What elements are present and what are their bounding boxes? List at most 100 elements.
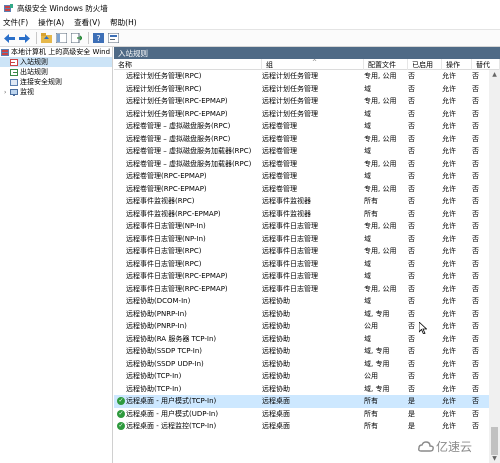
table-row[interactable]: 远程协助(TCP-In) 远程协助 公用 否 允许 否: [114, 370, 489, 383]
scrollbar-thumb[interactable]: [491, 427, 498, 455]
rule-action: 允许: [442, 247, 456, 256]
rule-profile: 域: [364, 297, 371, 306]
table-row[interactable]: 远程卷管理(RPC-EPMAP) 远程卷管理 域 否 允许 否: [114, 170, 489, 183]
rule-name: 远程协助(RA 服务器 TCP-In): [126, 334, 217, 343]
rule-name-cell: 远程协助(SSDP TCP-In): [114, 346, 260, 356]
column-profile[interactable]: 配置文件: [364, 59, 408, 70]
table-row[interactable]: 远程卷管理 – 虚拟磁盘服务加载器(RPC) 远程卷管理 专用, 公用 否 允许 否: [114, 158, 489, 171]
forward-arrow-icon[interactable]: [18, 32, 31, 45]
rule-action: 允许: [442, 97, 456, 106]
rule-override: 否: [472, 322, 479, 331]
rule-action: 允许: [442, 172, 456, 181]
rule-group: 远程事件日志管理: [262, 234, 318, 243]
rule-action: 允许: [442, 84, 456, 93]
rule-profile: 域: [364, 109, 371, 118]
rules-list: 远程计划任务管理(RPC) 远程计划任务管理 专用, 公用否允许否远程计划任务管理(…: [114, 70, 489, 433]
rule-override: 否: [472, 147, 479, 156]
table-row[interactable]: 远程计划任务管理(RPC) 远程计划任务管理 域 否 允许 否: [114, 83, 489, 96]
rule-action: 允许: [442, 122, 456, 131]
table-row[interactable]: 远程事件日志管理(NP-In) 远程事件日志管理 域 否 允许 否: [114, 233, 489, 246]
rule-group: 远程协助: [262, 334, 290, 343]
menu-action[interactable]: 操作(A): [38, 17, 64, 28]
rule-enabled: 否: [408, 147, 415, 156]
tree-root-label: 本地计算机 上的高级安全 Wind: [11, 48, 111, 56]
rule-action: 允许: [442, 134, 456, 143]
rule-name-cell: 远程卷管理(RPC-EPMAP): [114, 171, 260, 181]
table-row[interactable]: 远程计划任务管理(RPC-EPMAP) 远程计划任务管理 专用, 公用 否 允许 否: [114, 95, 489, 108]
watermark-text: 亿速云: [436, 440, 473, 454]
table-row[interactable]: 远程协助(PNRP-In) 远程协助 公用否允许否: [114, 320, 489, 333]
tree-item-label: 入站规则: [20, 58, 48, 66]
scroll-up-icon[interactable]: ▲: [489, 70, 500, 80]
menu-file[interactable]: 文件(F): [3, 17, 28, 28]
rule-group: 远程协助: [262, 359, 290, 368]
column-override[interactable]: 替代: [472, 59, 500, 70]
rule-enabled: 否: [408, 372, 415, 381]
rule-name: 远程协助(TCP-In): [126, 384, 182, 393]
rule-profile: 域: [364, 272, 371, 281]
column-action[interactable]: 操作: [442, 59, 472, 70]
table-row[interactable]: 远程卷管理 – 虚拟磁盘服务加载器(RPC) 远程卷管理 域 否 允许 否: [114, 145, 489, 158]
table-row[interactable]: 远程事件日志管理(RPC-EPMAP) 远程事件日志管理 专用, 公用 否 允许 否: [114, 283, 489, 296]
rule-group: 远程桌面: [262, 422, 290, 431]
rule-override: 否: [472, 97, 479, 106]
rules-panel: 入站规则 名称 组 配置文件 已启用 操作 替代 ^ 远程计划任务管理(RPC)…: [114, 47, 500, 463]
table-row[interactable]: 远程协助(RA 服务器 TCP-In) 远程协助 域 否 允许 否: [114, 333, 489, 346]
toolbar-separator: [88, 32, 89, 44]
table-row[interactable]: 远程卷管理(RPC-EPMAP) 远程卷管理 专用, 公用 否 允许 否: [114, 183, 489, 196]
rule-action: 允许: [442, 409, 456, 418]
menu-view[interactable]: 查看(V): [74, 17, 100, 28]
properties-icon[interactable]: [107, 32, 120, 45]
export-list-icon[interactable]: [70, 32, 83, 45]
rule-enabled: 否: [408, 159, 415, 168]
column-name[interactable]: 名称: [114, 59, 262, 70]
back-arrow-icon[interactable]: [3, 32, 16, 45]
rule-group: 远程协助: [262, 309, 290, 318]
rule-override: 否: [472, 122, 479, 131]
rule-enabled: 否: [408, 297, 415, 306]
rule-override: 否: [472, 284, 479, 293]
help-icon[interactable]: ?: [92, 32, 105, 45]
rule-profile: 所有: [364, 209, 378, 218]
table-row[interactable]: ✓ 远程桌面 - 用户模式(UDP-In) 远程桌面 所有是允许否: [114, 408, 489, 421]
table-row[interactable]: 远程事件日志管理(RPC) 远程事件日志管理 域 否 允许 否: [114, 258, 489, 271]
tree-item-outbound-rules[interactable]: 出站规则: [0, 67, 112, 77]
tree-item-label: 监视: [20, 88, 34, 96]
rule-name-cell: 远程事件日志管理(NP-In): [114, 221, 260, 231]
tree-item-connection-security-rules[interactable]: 连接安全规则: [0, 77, 112, 87]
tree-item-label: 连接安全规则: [20, 78, 62, 86]
rule-enabled: 否: [408, 222, 415, 231]
table-row[interactable]: 远程协助(DCOM-In) 远程协助 域 否 允许 否: [114, 295, 489, 308]
table-row[interactable]: 远程协助(TCP-In) 远程协助 域, 专用 否 允许 否: [114, 383, 489, 396]
menu-help[interactable]: 帮助(H): [110, 17, 137, 28]
table-row[interactable]: 远程协助(SSDP UDP-In) 远程协助 域, 专用 否 允许 否: [114, 358, 489, 371]
column-enabled[interactable]: 已启用: [408, 59, 442, 70]
rule-action: 允许: [442, 422, 456, 431]
table-row[interactable]: 远程事件日志管理(RPC) 远程事件日志管理 专用, 公用 否 允许 否: [114, 245, 489, 258]
rule-name-cell: ✓ 远程桌面 - 用户模式(TCP-In): [114, 396, 260, 406]
table-row[interactable]: 远程卷管理 – 虚拟磁盘服务(RPC) 远程卷管理 域 否 允许 否: [114, 120, 489, 133]
table-row[interactable]: 远程协助(SSDP TCP-In) 远程协助 域, 专用 否 允许 否: [114, 345, 489, 358]
table-row[interactable]: ✓ 远程桌面 - 用户模式(TCP-In) 远程桌面 所有是允许否: [114, 395, 489, 408]
table-row[interactable]: 远程计划任务管理(RPC-EPMAP) 远程计划任务管理 域 否 允许 否: [114, 108, 489, 121]
table-row[interactable]: 远程计划任务管理(RPC) 远程计划任务管理 专用, 公用 否 允许 否: [114, 70, 489, 83]
tree-root[interactable]: 本地计算机 上的高级安全 Wind: [0, 47, 112, 57]
table-row[interactable]: ✓ 远程桌面 - 远程监控(TCP-In) 远程桌面 所有是允许否: [114, 420, 489, 433]
rule-name-cell: 远程协助(DCOM-In): [114, 296, 260, 306]
table-row[interactable]: 远程事件监视器(RPC) 远程事件监视器 所有 否 允许 否: [114, 195, 489, 208]
table-row[interactable]: 远程事件日志管理(RPC-EPMAP) 远程事件日志管理 域 否 允许 否: [114, 270, 489, 283]
up-folder-icon[interactable]: [40, 32, 53, 45]
scroll-down-icon[interactable]: ▼: [489, 455, 500, 463]
table-row[interactable]: 远程协助(PNRP-In) 远程协助 域, 专用 否 允许 否: [114, 308, 489, 321]
vertical-scrollbar[interactable]: ▲ ▼: [489, 70, 500, 463]
tree-item-monitoring[interactable]: › 监视: [0, 87, 112, 97]
table-row[interactable]: 远程事件日志管理(NP-In) 远程事件日志管理 专用, 公用 否 允许 否: [114, 220, 489, 233]
rule-enabled: 否: [408, 209, 415, 218]
table-row[interactable]: 远程卷管理 – 虚拟磁盘服务(RPC) 远程卷管理 专用, 公用 否 允许 否: [114, 133, 489, 146]
tree-item-inbound-rules[interactable]: 入站规则: [0, 57, 112, 67]
console-tree-icon[interactable]: [55, 32, 68, 45]
rule-group: 远程计划任务管理: [262, 109, 318, 118]
table-row[interactable]: 远程事件监视器(RPC-EPMAP) 远程事件监视器 所有 否 允许 否: [114, 208, 489, 221]
column-headers: 名称 组 配置文件 已启用 操作 替代 ^: [114, 59, 500, 70]
rule-name: 远程事件日志管理(NP-In): [126, 234, 206, 243]
